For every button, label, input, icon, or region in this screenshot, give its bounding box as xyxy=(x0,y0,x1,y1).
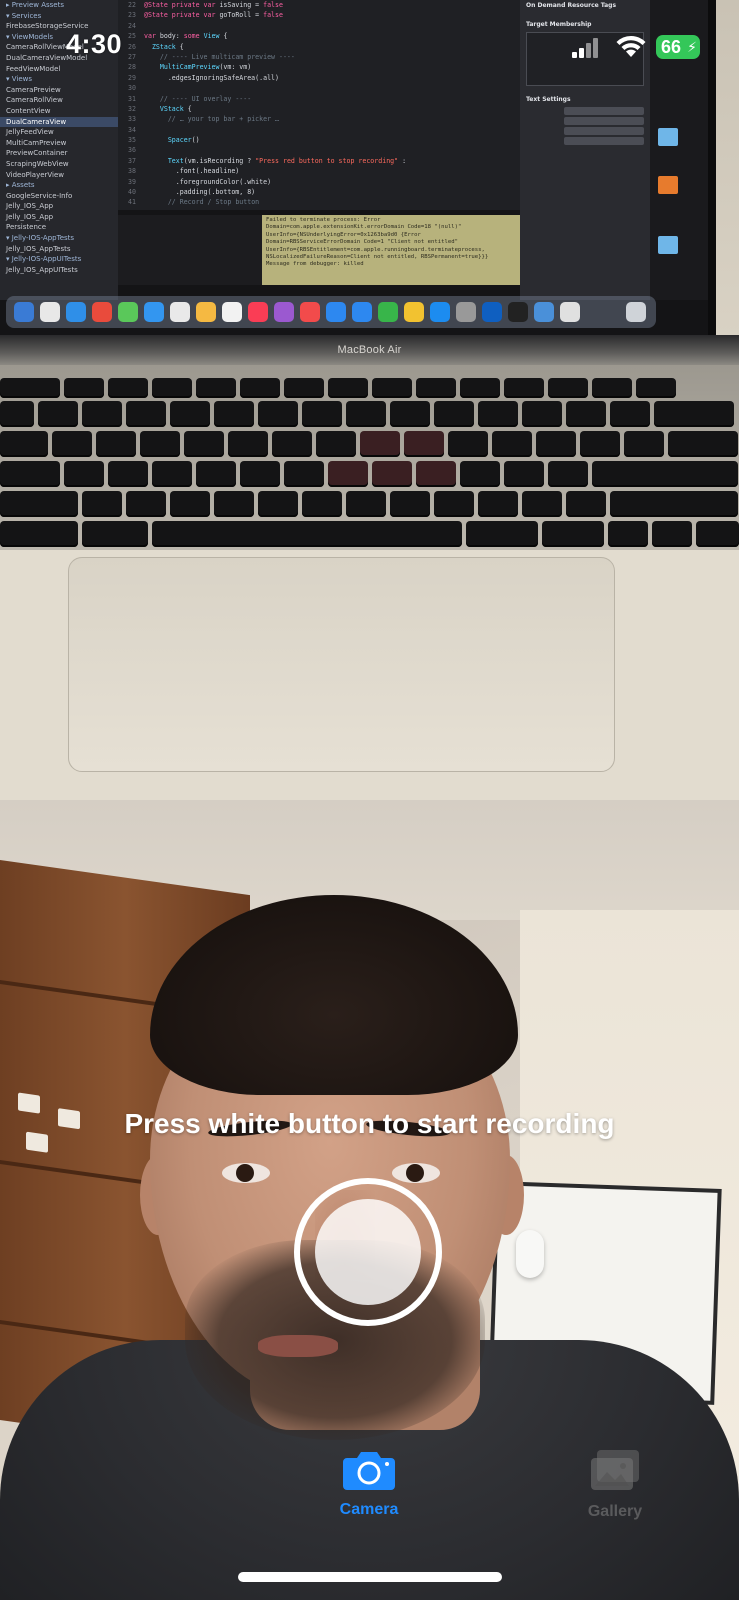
home-indicator[interactable] xyxy=(238,1572,502,1582)
photo-gallery-icon xyxy=(591,1450,639,1490)
record-button[interactable] xyxy=(294,1178,442,1326)
app-screen: ▸ Preview Assets ▾ Services FirebaseStor… xyxy=(0,0,739,1600)
status-time: 4:30 xyxy=(66,29,123,59)
laptop-bezel: MacBook Air xyxy=(0,335,739,365)
person-mouth xyxy=(258,1335,338,1357)
tab-gallery[interactable]: Gallery xyxy=(555,1448,675,1538)
eye-left xyxy=(222,1163,270,1183)
tab-bar: Camera Gallery xyxy=(0,1448,739,1558)
laptop-keyboard xyxy=(0,365,739,550)
wifi-icon xyxy=(616,35,646,57)
tab-camera[interactable]: Camera xyxy=(309,1448,429,1538)
laptop-trackpad xyxy=(68,557,615,772)
eye-right xyxy=(392,1163,440,1183)
xcode-console-output: Failed to terminate process: Error Domai… xyxy=(262,215,520,285)
charging-bolt-icon: ⚡ xyxy=(687,39,697,55)
battery-indicator: 66 ⚡ xyxy=(656,35,700,59)
status-bar: 4:30 66 ⚡ xyxy=(0,0,739,96)
tab-gallery-label: Gallery xyxy=(587,1503,643,1520)
cellular-signal-icon xyxy=(572,38,598,58)
battery-level: 66 xyxy=(661,37,682,57)
camera-icon xyxy=(343,1452,395,1490)
recording-prompt: Press white button to start recording xyxy=(124,1108,615,1139)
back-camera-preview: ▸ Preview Assets ▾ Services FirebaseStor… xyxy=(0,0,739,800)
wall-mouse-object xyxy=(516,1230,544,1278)
laptop-model-label: MacBook Air xyxy=(337,344,402,356)
macos-dock xyxy=(6,296,656,328)
record-button-inner[interactable] xyxy=(315,1199,421,1305)
xcode-debug-area xyxy=(118,215,262,285)
tab-camera-label: Camera xyxy=(339,1501,399,1518)
